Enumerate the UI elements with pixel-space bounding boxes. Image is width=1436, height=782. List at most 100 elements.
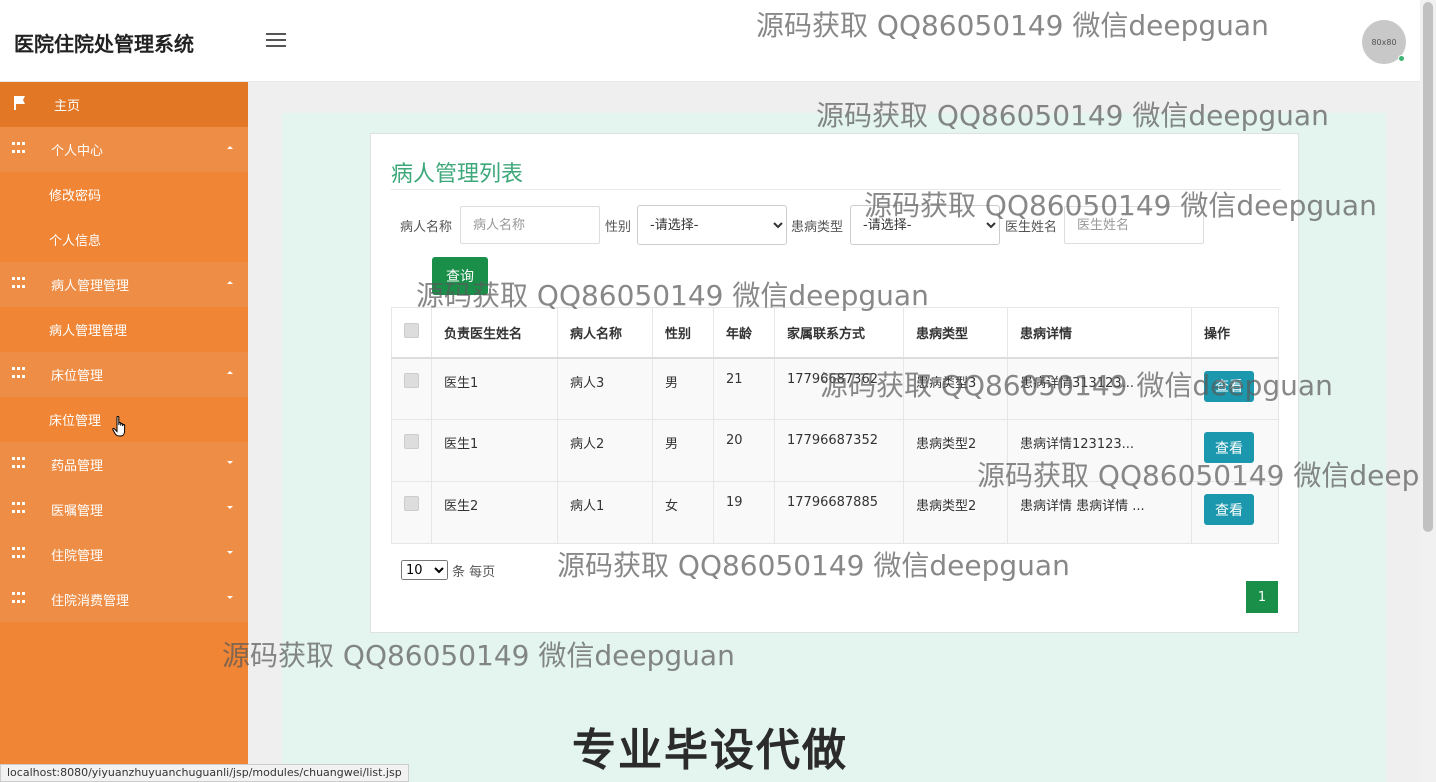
table-header-row: 负责医生姓名 病人名称 性别 年龄 家属联系方式 患病类型 患病详情 操作 [391,307,1279,359]
sidebar-item-label: 床位管理 [49,414,102,429]
grid-icon [12,142,25,155]
column-header[interactable]: 患病详情 [1007,307,1192,359]
row-checkbox[interactable] [404,434,419,449]
grid-icon [12,277,25,290]
age-cell: 20 [713,419,775,482]
avatar[interactable]: 80x80 [1362,20,1406,64]
menu-toggle-icon[interactable] [266,33,286,49]
sidebar-group-bed-management[interactable]: 床位管理 [0,352,248,397]
contact-cell: 17796687352 [774,419,904,482]
detail-cell: 患病详情123123... [1007,419,1192,482]
hand-cursor-icon [112,416,126,437]
disease-type-cell: 患病类型2 [903,419,1008,482]
sidebar-group-label: 医嘱管理 [51,504,104,519]
sidebar-item-change-password[interactable]: 修改密码 [0,172,248,217]
doctor-name-input[interactable] [1064,206,1204,244]
view-button[interactable]: 查看 [1204,370,1254,402]
patient-name-label: 病人名称 [400,220,453,235]
sidebar-group-hospitalization[interactable]: 住院管理 [0,532,248,577]
gender-label: 性别 [605,220,632,235]
column-header: 操作 [1191,307,1279,359]
disease-type-cell: 患病类型3 [903,357,1008,420]
view-button[interactable]: 查看 [1204,494,1254,525]
sidebar-item-personal-info[interactable]: 个人信息 [0,217,248,262]
caret-up-icon [227,146,233,149]
column-header[interactable]: 家属联系方式 [774,307,904,359]
action-cell: 查看 [1191,481,1279,544]
sidebar-group-label: 个人中心 [51,144,104,159]
title-divider [391,189,1281,190]
detail-cell: 患病详情 患病详情 ... [1007,481,1192,544]
sidebar-group-hospital-expenses[interactable]: 住院消费管理 [0,577,248,622]
gender-cell: 男 [652,419,714,482]
patient-name-input[interactable] [460,206,600,244]
age-cell: 19 [713,481,775,544]
select-all-checkbox[interactable] [404,322,419,338]
caret-down-icon [227,461,233,464]
disease-type-label: 患病类型 [791,220,844,235]
row-select-cell [391,419,432,482]
row-checkbox[interactable] [404,496,419,511]
sidebar-item-label: 病人管理管理 [49,324,128,339]
sidebar-group-label: 住院管理 [51,549,104,564]
page-size-suffix: 条 每页 [452,564,496,580]
gender-cell: 女 [652,481,714,544]
sidebar-group-label: 住院消费管理 [51,594,130,609]
grid-icon [12,592,25,605]
sidebar-item-label: 主页 [54,99,81,114]
sidebar-group-personal-center[interactable]: 个人中心 [0,127,248,172]
grid-icon [12,502,25,515]
gender-cell: 男 [652,357,714,420]
flag-icon [14,96,25,110]
disease-type-select[interactable]: -请选择- [850,205,1000,245]
table-row: 医生2 病人1 女 19 17796687885 患病类型2 患病详情 患病详情… [391,481,1279,544]
sidebar-group-medicine-management[interactable]: 药品管理 [0,442,248,487]
column-header[interactable]: 性别 [652,307,714,359]
caret-up-icon [227,281,233,284]
column-header[interactable]: 年龄 [713,307,775,359]
caret-down-icon [227,551,233,554]
age-cell: 21 [713,357,775,420]
table-row: 医生1 病人2 男 20 17796687352 患病类型2 患病详情12312… [391,419,1279,482]
doctor-cell: 医生1 [431,419,558,482]
table-row: 医生1 病人3 男 21 17796687362 患病类型3 患病详情31312… [391,357,1279,420]
detail-cell: 患病详情313123... [1007,357,1192,420]
app-title: 医院住院处管理系统 [14,32,194,56]
action-cell: 查看 [1191,357,1279,420]
sidebar-group-label: 药品管理 [51,459,104,474]
grid-icon [12,547,25,560]
query-button[interactable]: 查询 [432,257,488,295]
grid-icon [12,367,25,380]
page-size-select[interactable]: 10 [401,560,448,580]
sidebar-item-label: 个人信息 [49,234,102,249]
row-select-cell [391,357,432,420]
browser-status-url: localhost:8080/yiyuanzhuyuanchuguanli/js… [0,764,409,782]
pagination-page-button[interactable]: 1 [1246,581,1278,613]
sidebar-group-label: 病人管理管理 [51,279,130,294]
page-size-control: 10 条 每页 [401,560,495,580]
caret-down-icon [227,596,233,599]
column-header[interactable]: 病人名称 [557,307,653,359]
row-checkbox[interactable] [404,372,419,388]
sidebar-group-patient-management[interactable]: 病人管理管理 [0,262,248,307]
caret-up-icon [227,371,233,374]
avatar-placeholder-text: 80x80 [1371,37,1397,47]
caret-down-icon [227,506,233,509]
scrollbar-thumb[interactable] [1423,2,1433,532]
column-header[interactable]: 患病类型 [903,307,1008,359]
contact-cell: 17796687362 [774,357,904,420]
view-button[interactable]: 查看 [1204,432,1254,463]
sidebar-group-medical-orders[interactable]: 医嘱管理 [0,487,248,532]
disease-type-cell: 患病类型2 [903,481,1008,544]
gender-select[interactable]: -请选择- [637,205,787,245]
column-header[interactable]: 负责医生姓名 [431,307,558,359]
online-status-dot [1398,55,1405,62]
watermark-banner: 专业毕设代做 [572,725,848,776]
patient-table: 负责医生姓名 病人名称 性别 年龄 家属联系方式 患病类型 患病详情 操作 医生… [391,307,1279,544]
contact-cell: 17796687885 [774,481,904,544]
doctor-cell: 医生2 [431,481,558,544]
sidebar-group-label: 床位管理 [51,369,104,384]
sidebar-item-home[interactable]: 主页 [0,82,248,127]
patient-cell: 病人2 [557,419,653,482]
sidebar-item-patient-management[interactable]: 病人管理管理 [0,307,248,352]
